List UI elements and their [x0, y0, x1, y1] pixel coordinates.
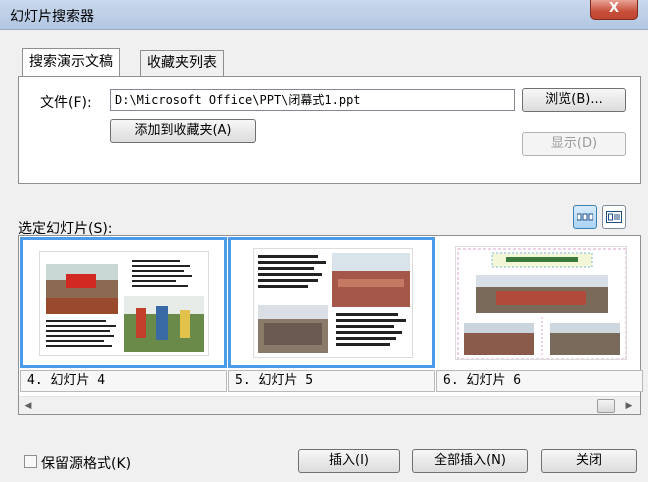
scroll-thumb[interactable]	[597, 399, 615, 413]
slide-thumbnail-5	[253, 248, 413, 358]
window-title: 幻灯片搜索器	[10, 9, 94, 25]
file-path-input[interactable]: D:\Microsoft Office\PPT\闭幕式1.ppt	[110, 89, 515, 111]
file-label: 文件(F):	[40, 95, 92, 111]
show-button[interactable]: 显示(D)	[522, 132, 626, 156]
slide-4-image	[46, 260, 204, 352]
keep-source-format-checkbox[interactable]	[24, 455, 37, 468]
thumbnail-view-button[interactable]	[573, 205, 597, 229]
slide-6-image	[457, 248, 626, 359]
browse-button[interactable]: 浏览(B)...	[522, 88, 626, 112]
slide-caption-4: 4. 幻灯片 4	[20, 370, 227, 392]
slide-card-4[interactable]	[20, 237, 227, 368]
horizontal-scrollbar[interactable]: ◀ ▶	[19, 396, 640, 414]
thumbnail-view-icon	[577, 213, 593, 221]
title-bar[interactable]: 幻灯片搜索器 X	[0, 0, 648, 30]
slide-caption-5: 5. 幻灯片 5	[228, 370, 435, 392]
slide-5-image	[258, 253, 410, 353]
title-list-view-icon	[606, 211, 622, 223]
slide-card-5[interactable]	[228, 237, 435, 368]
keep-source-format-label[interactable]: 保留源格式(K)	[41, 453, 131, 473]
add-to-favorites-button[interactable]: 添加到收藏夹(A)	[110, 119, 256, 143]
slide-caption-6: 6. 幻灯片 6	[436, 370, 643, 392]
tab-favorites-list[interactable]: 收藏夹列表	[140, 50, 224, 76]
insert-all-button[interactable]: 全部插入(N)	[412, 449, 528, 473]
slide-finder-dialog: 幻灯片搜索器 X 搜索演示文稿 收藏夹列表 文件(F): D:\Microsof…	[0, 0, 648, 482]
tab-search-presentation[interactable]: 搜索演示文稿	[22, 48, 120, 76]
close-button[interactable]: 关闭	[541, 449, 637, 473]
title-list-view-button[interactable]	[602, 205, 626, 229]
insert-button[interactable]: 插入(I)	[298, 449, 400, 473]
slide-thumbnail-6	[455, 246, 627, 360]
scroll-left-icon[interactable]: ◀	[21, 399, 35, 413]
window-close-button[interactable]: X	[590, 0, 638, 20]
scroll-right-icon[interactable]: ▶	[622, 399, 636, 413]
slide-thumbnail-4	[39, 251, 209, 356]
slide-card-6[interactable]	[436, 237, 643, 368]
